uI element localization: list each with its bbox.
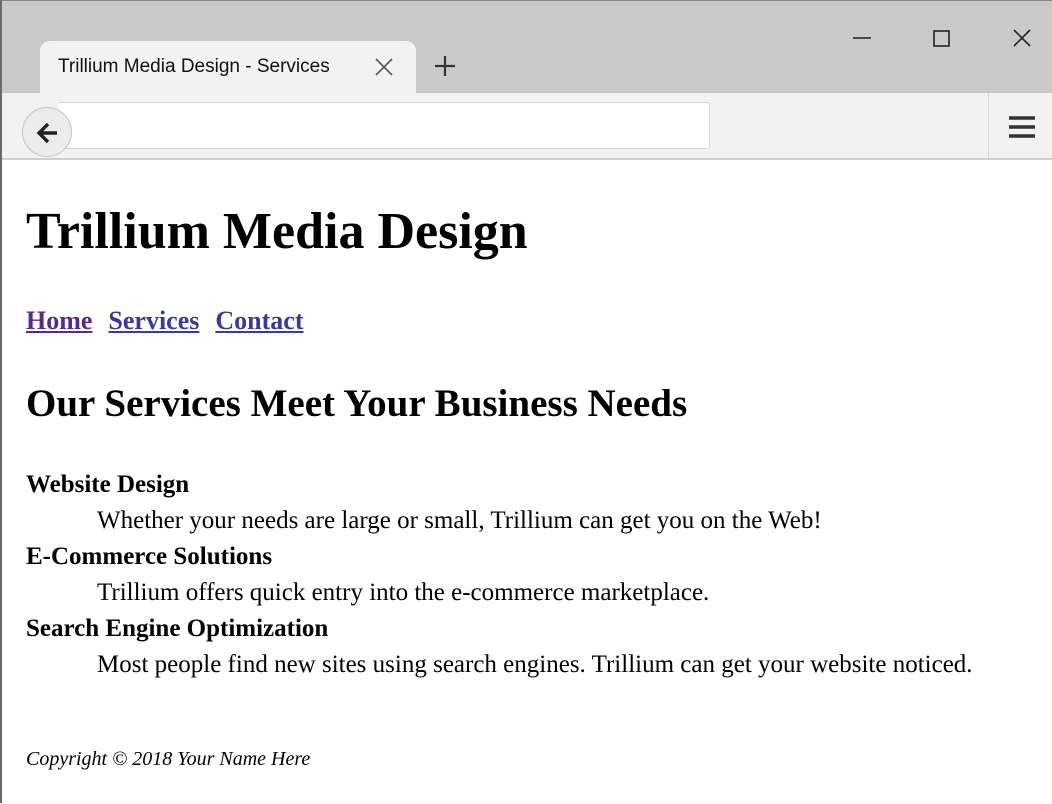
plus-icon[interactable] xyxy=(432,53,458,79)
back-button[interactable] xyxy=(22,107,72,157)
minimize-icon[interactable] xyxy=(847,23,877,53)
hamburger-menu-icon[interactable] xyxy=(1006,112,1038,142)
address-bar[interactable] xyxy=(58,102,710,149)
service-description: Whether your needs are large or small, T… xyxy=(97,507,822,534)
arrow-left-icon xyxy=(36,122,57,144)
close-icon[interactable] xyxy=(1007,23,1037,53)
service-description: Trillium offers quick entry into the e-c… xyxy=(97,579,710,606)
page-heading: Our Services Meet Your Business Needs xyxy=(26,382,688,425)
nav-link-contact[interactable]: Contact xyxy=(215,306,303,335)
service-term: Website Design xyxy=(26,471,190,498)
nav-link-home[interactable]: Home xyxy=(26,306,92,335)
active-tab[interactable]: Trillium Media Design - Services xyxy=(40,41,416,93)
site-title: Trillium Media Design xyxy=(26,203,528,260)
maximize-icon[interactable] xyxy=(927,23,957,53)
site-navigation: Home Services Contact xyxy=(26,306,319,336)
service-term: Search Engine Optimization xyxy=(26,615,329,642)
service-description: Most people find new sites using search … xyxy=(97,651,973,678)
page-content: Trillium Media Design Home Services Contac… xyxy=(2,162,1052,804)
service-term: E-Commerce Solutions xyxy=(26,543,273,570)
toolbar-divider xyxy=(988,93,989,158)
tab-strip: Trillium Media Design - Services xyxy=(2,1,1052,93)
browser-window: Trillium Media Design - Services Trilliu… xyxy=(0,0,1052,803)
copyright-footer: Copyright © 2018 Your Name Here xyxy=(26,748,311,770)
services-list: Website Design Whether your needs are la… xyxy=(26,467,1026,683)
close-icon[interactable] xyxy=(372,55,396,79)
tab-title: Trillium Media Design - Services xyxy=(58,56,330,77)
navigation-toolbar xyxy=(2,93,1052,160)
nav-link-services[interactable]: Services xyxy=(108,306,199,335)
